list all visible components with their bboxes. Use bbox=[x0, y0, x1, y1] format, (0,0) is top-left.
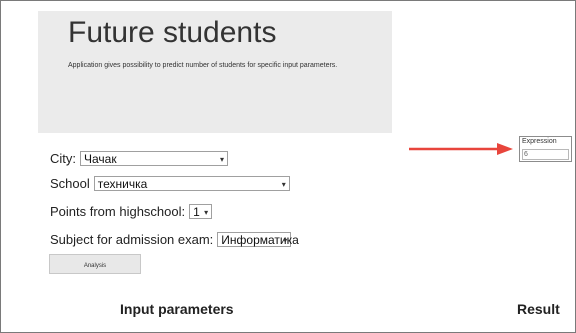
points-select[interactable]: 1 ▾ bbox=[189, 204, 213, 219]
result-heading: Result bbox=[517, 301, 560, 317]
expression-widget: Expression 6 bbox=[519, 136, 572, 162]
chevron-down-icon: ▾ bbox=[219, 155, 224, 164]
header-banner: Future students Application gives possib… bbox=[38, 11, 392, 133]
points-row: Points from highschool: 1 ▾ bbox=[50, 204, 213, 219]
subject-row: Subject for admission exam: Информатика … bbox=[50, 232, 299, 247]
chevron-down-icon: ▾ bbox=[204, 208, 209, 217]
chevron-down-icon: ▾ bbox=[281, 180, 286, 189]
subject-label: Subject for admission exam: bbox=[50, 232, 214, 247]
subject-select[interactable]: Информатика ▾ bbox=[217, 232, 299, 247]
chevron-down-icon: ▾ bbox=[283, 236, 288, 245]
page-description: Application gives possibility to predict… bbox=[68, 62, 338, 69]
city-select[interactable]: Чачак ▾ bbox=[80, 151, 228, 166]
arrow-right-icon bbox=[409, 143, 513, 155]
school-select[interactable]: техничка ▾ bbox=[93, 176, 290, 191]
page-title: Future students bbox=[68, 16, 277, 49]
points-label: Points from highschool: bbox=[50, 204, 186, 219]
expression-label: Expression bbox=[522, 138, 557, 145]
points-select-value: 1 bbox=[193, 205, 200, 219]
app-window: Future students Application gives possib… bbox=[0, 0, 576, 333]
school-row: School техничка ▾ bbox=[50, 176, 290, 191]
school-label: School bbox=[50, 176, 90, 191]
analysis-button[interactable]: Analysis bbox=[49, 254, 141, 274]
input-parameters-heading: Input parameters bbox=[120, 301, 234, 317]
expression-value-field[interactable]: 6 bbox=[522, 149, 569, 160]
school-select-value: техничка bbox=[97, 177, 148, 191]
city-label: City: bbox=[50, 151, 76, 166]
city-row: City: Чачак ▾ bbox=[50, 151, 228, 166]
city-select-value: Чачак bbox=[84, 152, 117, 166]
